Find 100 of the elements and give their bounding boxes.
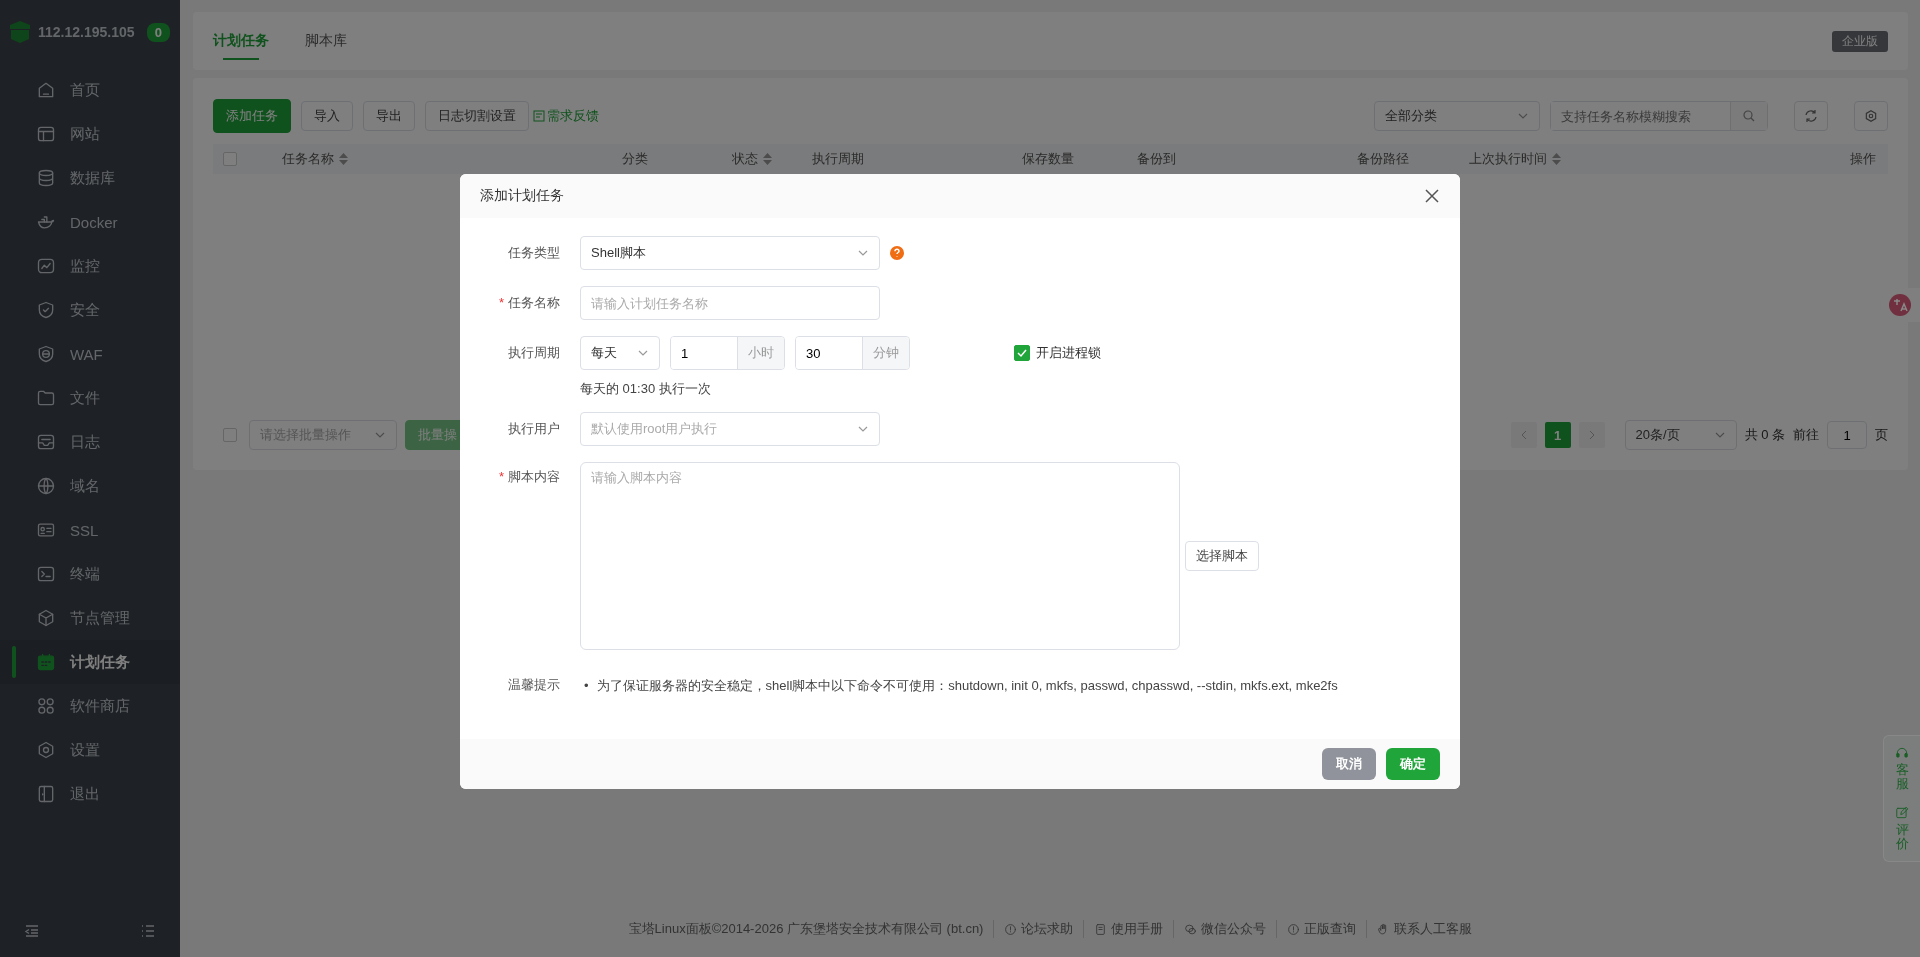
page-size-select[interactable]: 20条/页 xyxy=(1624,420,1737,450)
shield-icon xyxy=(36,300,56,320)
sort-icon xyxy=(339,153,348,165)
search-field[interactable]: 支持任务名称模糊搜索 xyxy=(1550,101,1768,131)
process-lock-checkbox[interactable]: 开启进程锁 xyxy=(1014,344,1101,362)
unit-label: 小时 xyxy=(737,337,784,369)
list-icon[interactable] xyxy=(140,923,156,939)
tip-text: 为了保证服务器的安全稳定，shell脚本中以下命令不可使用：shutdown, init 0, mkfs, passwd, chpasswd, --stdin, mkfs.ext, mke2fs xyxy=(596,677,1338,695)
schedule-summary: 每天的 01:30 执行一次 xyxy=(580,380,712,398)
close-icon[interactable] xyxy=(1424,188,1440,204)
cube-icon xyxy=(36,608,56,628)
sidebar-item[interactable]: 监控 xyxy=(0,244,180,288)
door-icon xyxy=(36,784,56,804)
task-type-select[interactable]: Shell脚本 xyxy=(580,236,880,270)
footer-link[interactable]: 论坛求助 xyxy=(993,920,1074,938)
sidebar-item[interactable]: 网站 xyxy=(0,112,180,156)
field-label: 任务类型 xyxy=(507,244,560,262)
collapse-icon[interactable] xyxy=(24,923,40,939)
server-address: 112.12.195.105 xyxy=(38,24,135,40)
refresh-button[interactable] xyxy=(1794,101,1828,131)
sidebar-item[interactable]: 文件 xyxy=(0,376,180,420)
edit-icon xyxy=(1895,805,1909,820)
column-header: 备份路径 xyxy=(1357,150,1409,168)
total-count: 共 0 条 xyxy=(1744,426,1785,444)
footer-link[interactable]: 正版查询 xyxy=(1276,920,1357,938)
tab[interactable]: 脚本库 xyxy=(305,12,347,70)
notification-badge: 0 xyxy=(146,22,170,42)
chat-icon xyxy=(1184,922,1198,936)
sidebar-item[interactable]: 软件商店 xyxy=(0,684,180,728)
toolbar-button[interactable]: 导出 xyxy=(363,101,415,131)
sort-icon xyxy=(1552,153,1561,165)
sidebar-item[interactable]: 安全 xyxy=(0,288,180,332)
sidebar-item[interactable]: 数据库 xyxy=(0,156,180,200)
tab[interactable]: 计划任务 xyxy=(213,12,269,70)
copyright-text: 宝塔Linux面板©2014-2026 广东堡塔安全技术有限公司 (bt.cn) xyxy=(628,920,984,938)
feedback-link[interactable]: 需求反馈 xyxy=(533,107,599,125)
cancel-button[interactable]: 取消 xyxy=(1322,748,1376,780)
footer-link[interactable]: 使用手册 xyxy=(1083,920,1164,938)
help-icon[interactable] xyxy=(890,246,904,260)
settings-icon xyxy=(1864,109,1878,123)
toolbar-button[interactable]: 日志切割设置 xyxy=(425,101,529,131)
select-all-checkbox[interactable] xyxy=(223,152,237,166)
field-label: 执行用户 xyxy=(507,420,560,438)
page-input[interactable]: 1 xyxy=(1827,421,1867,449)
select-all-checkbox[interactable] xyxy=(223,428,237,442)
toolbar-button[interactable]: 添加任务 xyxy=(213,99,291,133)
edition-badge: 企业版 xyxy=(1832,30,1888,52)
headset-icon xyxy=(1895,746,1909,760)
dialog-title: 添加计划任务 xyxy=(480,187,564,205)
shield-globe-icon xyxy=(36,344,56,364)
column-header: 上次执行时间 xyxy=(1469,150,1547,168)
confirm-button[interactable]: 确定 xyxy=(1386,748,1440,780)
sidebar-item[interactable]: 终端 xyxy=(0,552,180,596)
search-button[interactable] xyxy=(1730,102,1767,130)
run-user-select[interactable]: 默认使用root用户执行 xyxy=(580,412,880,446)
page-suffix: 页 xyxy=(1875,426,1888,444)
settings-button[interactable] xyxy=(1854,101,1888,131)
task-name-field[interactable]: 请输入计划任务名称 xyxy=(580,286,880,320)
column-header: 备份到 xyxy=(1137,150,1176,168)
toolbar-button[interactable]: 导入 xyxy=(301,101,353,131)
category-select[interactable]: 全部分类 xyxy=(1374,101,1540,131)
refresh-icon xyxy=(1804,109,1818,123)
calendar-icon xyxy=(36,652,56,672)
sidebar-item[interactable]: 退出 xyxy=(0,772,180,816)
column-header: 任务名称 xyxy=(282,150,334,168)
sidebar-item[interactable]: 日志 xyxy=(0,420,180,464)
sidebar-item[interactable]: 域名 xyxy=(0,464,180,508)
sort-icon xyxy=(763,153,772,165)
select-script-button[interactable]: 选择脚本 xyxy=(1185,541,1259,571)
search-icon xyxy=(1743,110,1755,122)
grid-icon xyxy=(36,696,56,716)
inbox-icon xyxy=(36,432,56,452)
info-icon xyxy=(1287,922,1301,936)
book-icon xyxy=(1094,922,1108,936)
minute-field[interactable]: 30 分钟 xyxy=(795,336,910,370)
sidebar-item[interactable]: 设置 xyxy=(0,728,180,772)
bullet: • xyxy=(584,677,589,695)
sidebar-item[interactable]: 首页 xyxy=(0,68,180,112)
unit-label: 分钟 xyxy=(862,337,909,369)
home-icon xyxy=(36,80,56,100)
checkbox[interactable] xyxy=(1014,345,1030,361)
field-label: * 任务名称 xyxy=(497,294,560,312)
sidebar-item[interactable]: SSL xyxy=(0,508,180,552)
logo-icon xyxy=(10,21,30,43)
sidebar-item[interactable]: WAF xyxy=(0,332,180,376)
side-panel-button[interactable]: 客服 xyxy=(1892,746,1912,792)
info-icon xyxy=(1004,922,1018,936)
goto-label: 前往 xyxy=(1793,426,1819,444)
footer-link[interactable]: 联系人工客服 xyxy=(1366,920,1473,938)
script-field[interactable]: 请输入脚本内容 xyxy=(580,462,1180,650)
page-button[interactable]: 1 xyxy=(1544,422,1571,448)
hour-field[interactable]: 1 小时 xyxy=(670,336,785,370)
column-header: 状态 xyxy=(732,150,758,168)
period-select[interactable]: 每天 xyxy=(580,336,660,370)
sidebar-item[interactable]: 节点管理 xyxy=(0,596,180,640)
footer-link[interactable]: 微信公众号 xyxy=(1173,920,1267,938)
side-panel-button[interactable]: 评价 xyxy=(1892,805,1912,852)
folder-icon xyxy=(36,388,56,408)
column-header: 保存数量 xyxy=(1022,150,1074,168)
sidebar-item[interactable]: Docker xyxy=(0,200,180,244)
